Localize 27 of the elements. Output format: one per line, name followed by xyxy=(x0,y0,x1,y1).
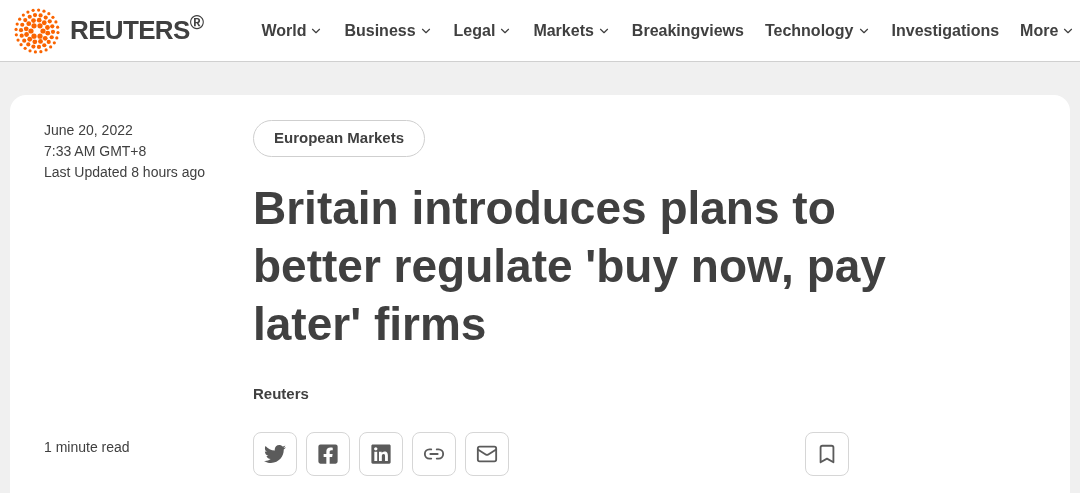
linkedin-icon xyxy=(370,443,392,465)
byline: Reuters xyxy=(253,383,310,404)
last-updated: Last Updated 8 hours ago xyxy=(44,163,207,182)
nav-link[interactable]: Legal xyxy=(453,18,513,43)
nav-link[interactable]: Business xyxy=(344,18,433,43)
read-time: 1 minute read xyxy=(44,438,131,457)
headline: Britain introduces plans to better regulate 'buy now, pay later' firms xyxy=(253,180,887,352)
brand-name: REUTERS$^{®}$ xyxy=(70,11,204,47)
publish-date: June 20, 2022 xyxy=(44,121,134,140)
publish-time: 7:33 AM GMT+8 xyxy=(44,142,148,161)
bookmark-button[interactable] xyxy=(805,432,849,476)
nav-link[interactable]: Technology xyxy=(764,18,871,43)
logo-icon xyxy=(12,5,62,56)
share-button[interactable] xyxy=(253,432,297,476)
email-button[interactable] xyxy=(465,432,509,476)
copy-link-button[interactable] xyxy=(412,432,456,476)
nav-link[interactable]: Markets xyxy=(533,18,611,43)
reuters-logo[interactable]: REUTERS$^{®}$ xyxy=(12,5,204,56)
nav-link[interactable]: World xyxy=(261,18,324,43)
envelope-icon xyxy=(476,443,498,465)
nav-link[interactable]: More xyxy=(1020,18,1076,43)
share-button[interactable] xyxy=(359,432,403,476)
nav-link[interactable]: Breakingviews xyxy=(631,18,744,43)
nav-link[interactable]: Investigations xyxy=(891,18,1000,43)
facebook-icon xyxy=(317,443,339,465)
share-button[interactable] xyxy=(306,432,350,476)
twitter-icon xyxy=(264,443,286,465)
